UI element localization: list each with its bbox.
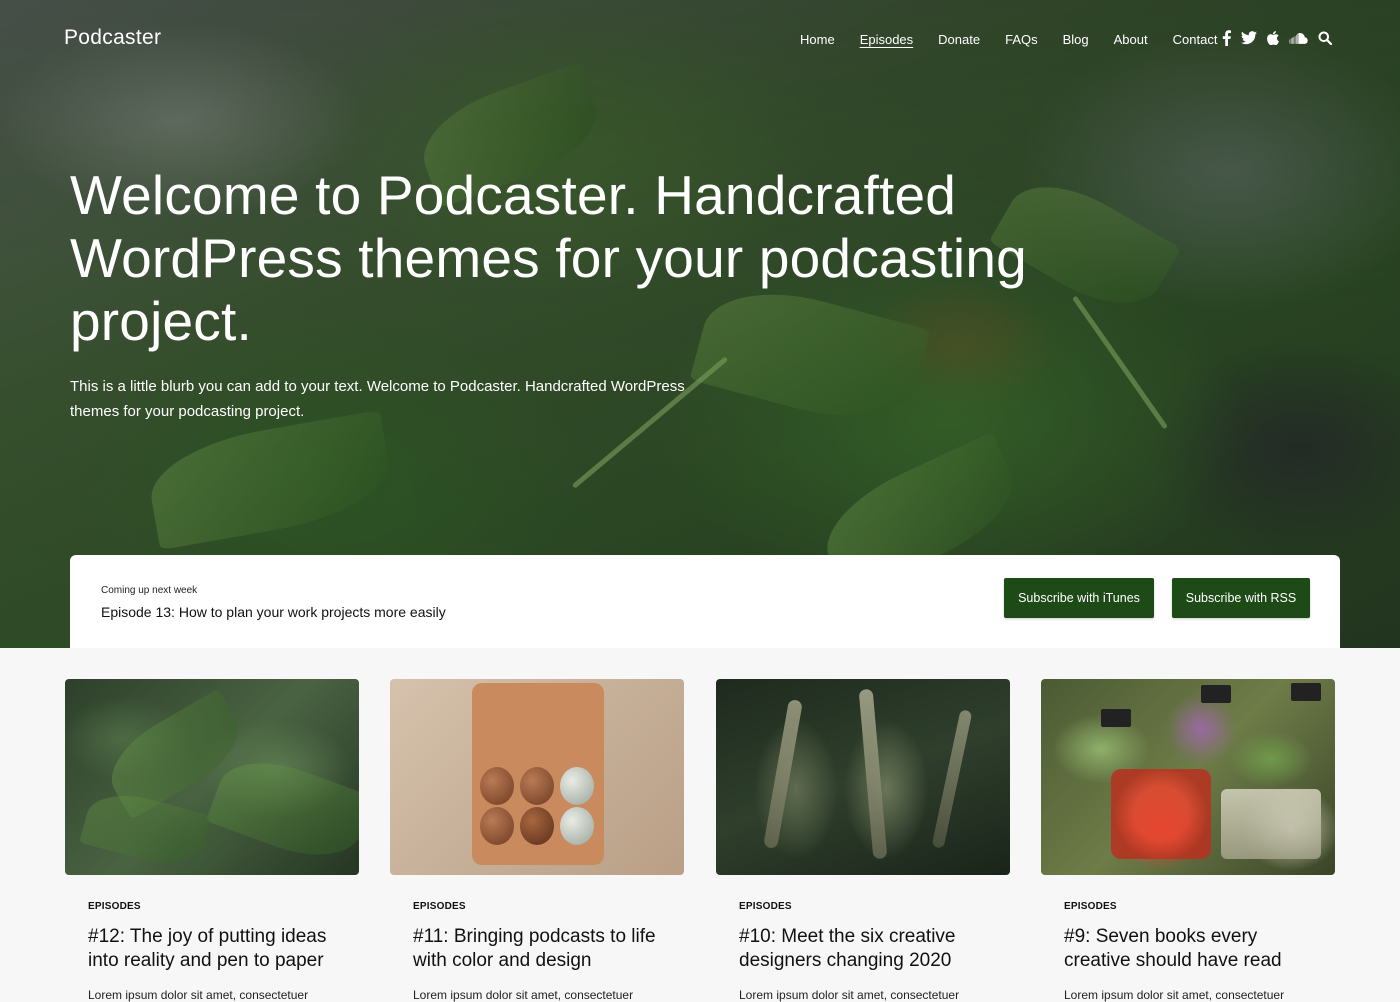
twitter-icon[interactable] bbox=[1241, 31, 1257, 45]
episode-category[interactable]: EPISODES bbox=[88, 901, 141, 912]
episode-title[interactable]: #9: Seven books every creative should ha… bbox=[1064, 925, 1324, 973]
price-sign bbox=[1201, 685, 1231, 703]
episode-title[interactable]: #11: Bringing podcasts to life with colo… bbox=[413, 925, 673, 973]
egg bbox=[560, 767, 594, 805]
episode-category[interactable]: EPISODES bbox=[739, 901, 792, 912]
episode-card[interactable]: EPISODES #11: Bringing podcasts to life … bbox=[390, 679, 684, 1002]
episode-title[interactable]: #12: The joy of putting ideas into reali… bbox=[88, 925, 348, 973]
thumb-leaf-decoration bbox=[79, 784, 211, 874]
subscribe-rss-button[interactable]: Subscribe with RSS bbox=[1172, 578, 1310, 618]
subscribe-itunes-button[interactable]: Subscribe with iTunes bbox=[1004, 578, 1154, 618]
apple-icon[interactable] bbox=[1267, 31, 1279, 45]
episode-thumbnail-eggs[interactable] bbox=[390, 679, 684, 875]
upcoming-label: Coming up next week bbox=[101, 585, 198, 596]
egg bbox=[520, 807, 554, 845]
thumb-leaf-decoration bbox=[205, 745, 359, 873]
egg bbox=[560, 807, 594, 845]
upcoming-episode-card: Coming up next week Episode 13: How to p… bbox=[70, 555, 1340, 648]
upcoming-title: Episode 13: How to plan your work projec… bbox=[101, 604, 446, 620]
egg bbox=[480, 807, 514, 845]
vegetable-crate bbox=[1221, 789, 1321, 859]
nav-blog[interactable]: Blog bbox=[1063, 32, 1089, 47]
hero-blurb: This is a little blurb you can add to yo… bbox=[70, 378, 685, 420]
episode-thumbnail-wheat[interactable] bbox=[716, 679, 1010, 875]
price-sign bbox=[1101, 709, 1131, 727]
hero-headline: Welcome to Podcaster. Handcrafted WordPr… bbox=[70, 164, 1027, 352]
nav-about[interactable]: About bbox=[1114, 32, 1148, 47]
search-icon[interactable] bbox=[1318, 31, 1332, 45]
episode-card[interactable]: EPISODES #12: The joy of putting ideas i… bbox=[65, 679, 359, 1002]
nav-home[interactable]: Home bbox=[800, 32, 835, 47]
facebook-icon[interactable] bbox=[1222, 30, 1231, 46]
wheat-stalk bbox=[763, 698, 803, 850]
wheat-stalk bbox=[931, 709, 973, 849]
nav-episodes[interactable]: Episodes bbox=[860, 32, 913, 47]
episode-thumbnail-leaves[interactable] bbox=[65, 679, 359, 875]
egg bbox=[480, 767, 514, 805]
egg bbox=[520, 767, 554, 805]
episode-card[interactable]: EPISODES #10: Meet the six creative desi… bbox=[716, 679, 1010, 1002]
episode-card[interactable]: EPISODES #9: Seven books every creative … bbox=[1041, 679, 1335, 1002]
nav-donate[interactable]: Donate bbox=[938, 32, 980, 47]
episode-thumbnail-market[interactable] bbox=[1041, 679, 1335, 875]
hero-section: Podcaster Home Episodes Donate FAQs Blog… bbox=[0, 0, 1400, 648]
episode-title[interactable]: #10: Meet the six creative designers cha… bbox=[739, 925, 999, 973]
nav-contact[interactable]: Contact bbox=[1173, 32, 1218, 47]
social-links bbox=[1222, 30, 1342, 46]
price-sign bbox=[1291, 683, 1321, 701]
site-logo[interactable]: Podcaster bbox=[64, 26, 161, 50]
nav-faqs[interactable]: FAQs bbox=[1005, 32, 1038, 47]
episode-category[interactable]: EPISODES bbox=[1064, 901, 1117, 912]
tomato-crate bbox=[1111, 769, 1211, 859]
wheat-stalk bbox=[858, 688, 888, 860]
main-nav: Home Episodes Donate FAQs Blog About Con… bbox=[800, 32, 1242, 47]
soundcloud-icon[interactable] bbox=[1289, 32, 1308, 44]
episode-category[interactable]: EPISODES bbox=[413, 901, 466, 912]
